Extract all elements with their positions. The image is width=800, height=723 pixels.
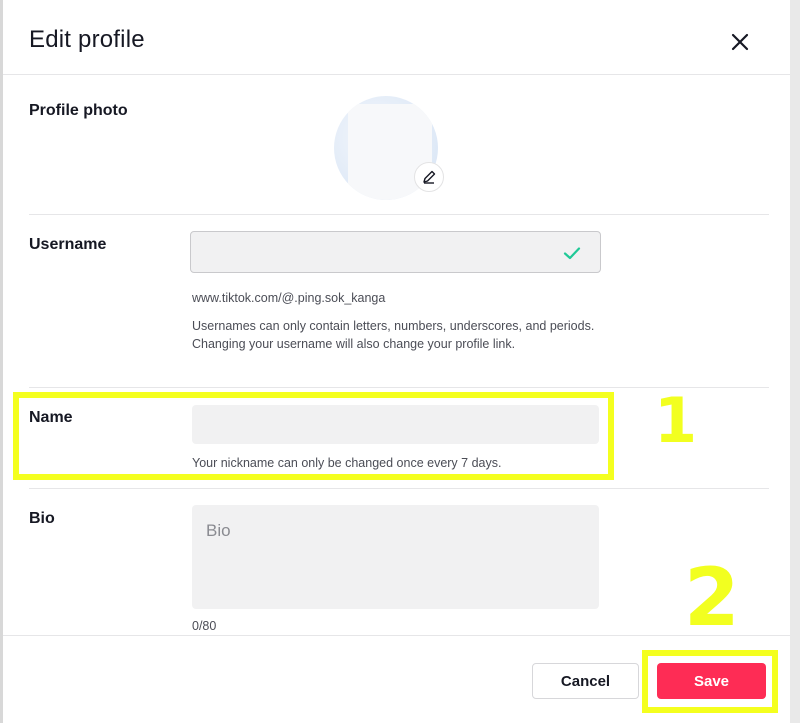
header-divider [3, 74, 790, 75]
username-label: Username [29, 236, 107, 253]
username-input[interactable] [190, 231, 601, 273]
dialog-title: Edit profile [29, 26, 145, 53]
step-1-number: 1 [654, 384, 698, 457]
step-2-highlight [642, 650, 778, 713]
scrollbar-track[interactable] [790, 0, 800, 723]
photo-divider [29, 214, 769, 215]
left-edge [0, 0, 3, 723]
close-icon [731, 33, 749, 51]
bio-label: Bio [29, 510, 55, 527]
step-2-number: 2 [684, 551, 740, 644]
bio-textarea[interactable]: Bio [192, 505, 599, 609]
profile-url: www.tiktok.com/@.ping.sok_kanga [192, 291, 386, 305]
profile-photo-label: Profile photo [29, 102, 128, 119]
name-divider [29, 488, 769, 489]
footer-divider [3, 635, 790, 636]
edit-profile-dialog: Edit profile Profile photo Username www.… [0, 0, 800, 723]
bio-char-count: 0/80 [192, 619, 217, 633]
bio-placeholder: Bio [206, 521, 231, 540]
step-1-highlight [13, 392, 614, 480]
avatar-edit-button[interactable] [414, 162, 444, 192]
cancel-button[interactable]: Cancel [532, 663, 639, 699]
pencil-icon [423, 170, 436, 184]
username-helper-text: Usernames can only contain letters, numb… [192, 319, 595, 351]
avatar[interactable] [334, 96, 446, 200]
close-button[interactable] [726, 28, 754, 56]
checkmark-icon [563, 247, 581, 260]
